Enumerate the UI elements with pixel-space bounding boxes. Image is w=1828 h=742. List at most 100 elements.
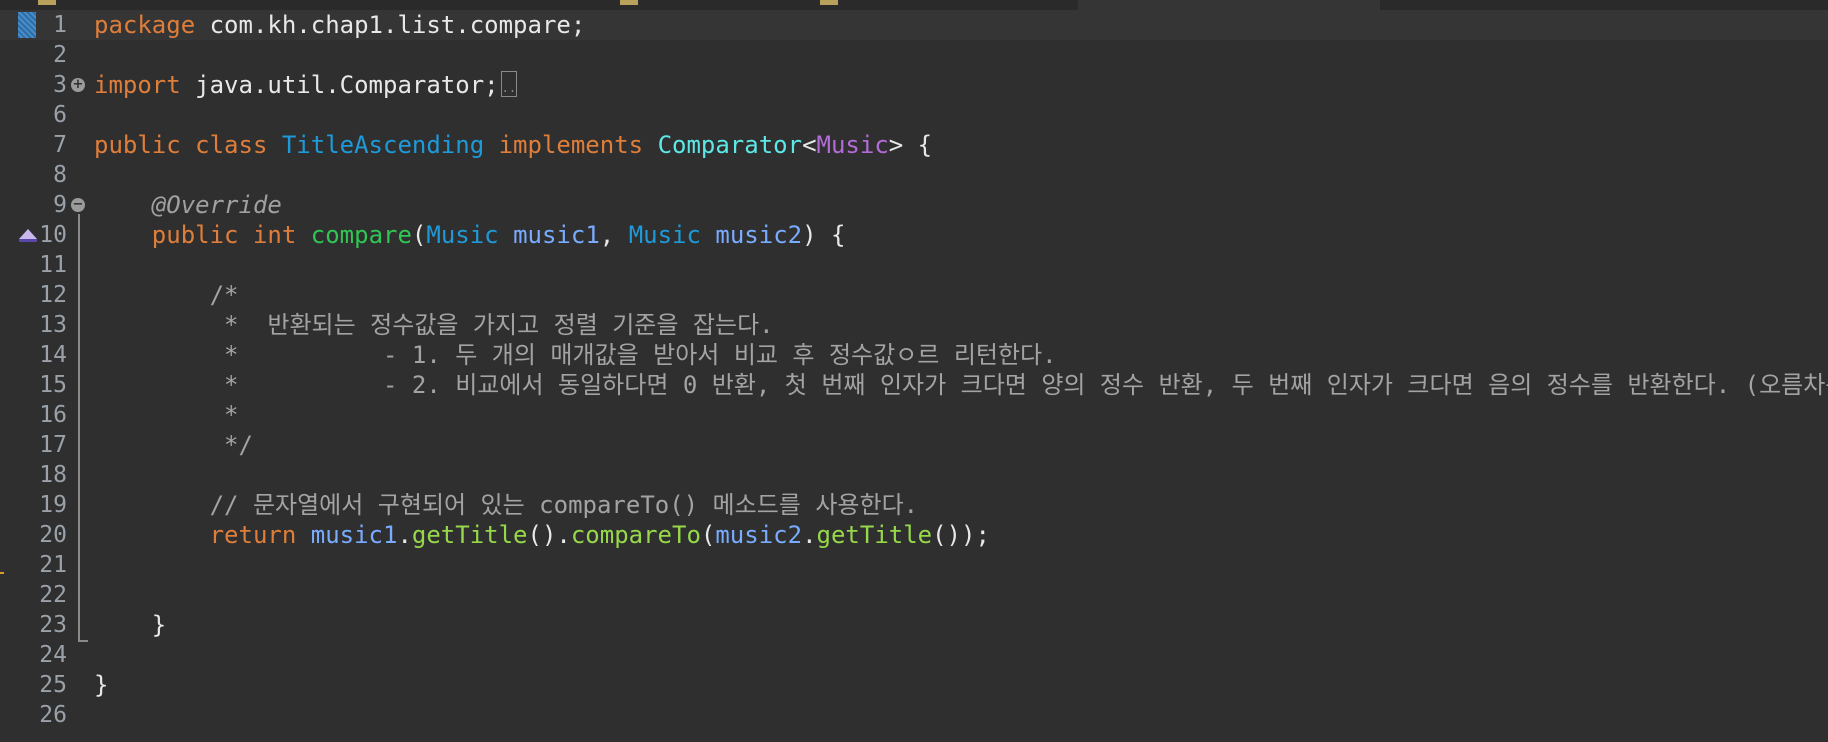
code-line[interactable]: 23 } (0, 610, 1828, 640)
code-token: java.util.Comparator; (180, 71, 499, 99)
code-token: } (94, 671, 109, 699)
line-code[interactable]: // 문자열에서 구현되어 있는 compareTo() 메소드를 사용한다. (94, 490, 919, 520)
code-token: compareTo (570, 521, 701, 549)
code-token: * - 2. 비교에서 동일하다면 0 반환, 첫 번째 인자가 크다면 양의 … (94, 371, 1828, 399)
line-code[interactable]: public class TitleAscending implements C… (94, 130, 932, 160)
code-token: Music (628, 221, 701, 249)
code-token: @Override (151, 191, 282, 219)
code-token: public (151, 221, 239, 249)
line-number: 8 (53, 162, 67, 188)
code-token: getTitle (411, 521, 528, 549)
code-line[interactable]: 25} (0, 670, 1828, 700)
code-line[interactable]: 10 public int compare(Music music1, Musi… (0, 220, 1828, 250)
line-code[interactable]: import java.util.Comparator;.. (94, 70, 517, 100)
code-token: * 반환되는 정수값을 가지고 정렬 기준을 잡는다. (94, 311, 774, 339)
line-number: 6 (53, 102, 67, 128)
line-number: 16 (39, 402, 67, 428)
code-line[interactable]: 3 import java.util.Comparator;.. + (0, 70, 1828, 100)
code-token: * - 1. 두 개의 매개값을 받아서 비교 후 정수값ㅇ르 리턴한다. (94, 341, 1057, 369)
code-line[interactable]: 13 * 반환되는 정수값을 가지고 정렬 기준을 잡는다. (0, 310, 1828, 340)
code-token: Music (426, 221, 499, 249)
code-line[interactable]: 22 (0, 580, 1828, 610)
code-line[interactable]: 6 (0, 100, 1828, 130)
code-token: music2 (715, 221, 803, 249)
line-number: 22 (39, 582, 67, 608)
line-number: 11 (39, 252, 67, 278)
code-line[interactable]: 8 (0, 160, 1828, 190)
line-code[interactable]: } (94, 670, 108, 700)
code-token: < (802, 131, 817, 159)
line-number: 2 (53, 42, 67, 68)
code-token: Music (816, 131, 889, 159)
code-line[interactable]: 7 public class TitleAscending implements … (0, 130, 1828, 160)
code-token: music2 (715, 521, 803, 549)
code-line[interactable]: 21 (0, 550, 1828, 580)
line-code[interactable]: return music1. getTitle().compareTo(music… (94, 520, 990, 550)
code-token: class (195, 131, 268, 159)
line-code[interactable]: /* (94, 280, 239, 310)
code-line[interactable]: 11 (0, 250, 1828, 280)
code-token: * (94, 401, 239, 429)
line-number: 21 (39, 552, 67, 578)
code-token: // 문자열에서 구현되어 있는 compareTo() 메소드를 사용한다. (94, 491, 919, 519)
code-line[interactable]: 15 * - 2. 비교에서 동일하다면 0 반환, 첫 번째 인자가 크다면 … (0, 370, 1828, 400)
line-code[interactable]: */ (94, 430, 253, 460)
line-number: 24 (39, 642, 67, 668)
line-code[interactable]: * - 2. 비교에서 동일하다면 0 반환, 첫 번째 인자가 크다면 양의 … (94, 370, 1828, 400)
line-code[interactable]: package com.kh.chap1.list.compare; (94, 10, 585, 40)
line-code[interactable]: * - 1. 두 개의 매개값을 받아서 비교 후 정수값ㅇ르 리턴한다. (94, 340, 1057, 370)
code-line[interactable]: 24 (0, 640, 1828, 670)
code-line[interactable]: 9 @Override − (0, 190, 1828, 220)
code-line[interactable]: 16 * (0, 400, 1828, 430)
code-line[interactable]: 12 /* (0, 280, 1828, 310)
code-line[interactable]: 1 package com.kh.chap1.list.compare; (0, 10, 1828, 40)
code-token: compare (310, 221, 412, 249)
code-token: import (94, 71, 181, 99)
line-code[interactable]: public int compare(Music music1, Music m… (94, 220, 846, 250)
code-line[interactable]: 14 * - 1. 두 개의 매개값을 받아서 비교 후 정수값ㅇ르 리턴한다. (0, 340, 1828, 370)
code-token: ( (700, 521, 716, 549)
code-token: public (94, 131, 181, 159)
code-line[interactable]: 18 (0, 460, 1828, 490)
line-number: 7 (53, 132, 67, 158)
line-code[interactable]: @Override (94, 190, 282, 220)
code-token: com.kh.chap1.list.compare; (195, 11, 586, 39)
line-code[interactable]: * 반환되는 정수값을 가지고 정렬 기준을 잡는다. (94, 310, 774, 340)
tab-file-icon (620, 0, 638, 5)
code-token: . (802, 521, 817, 549)
line-number: 9 (53, 192, 67, 218)
code-token: music1 (310, 521, 398, 549)
line-number: 20 (39, 522, 67, 548)
code-line[interactable]: 26 (0, 700, 1828, 730)
code-token: (). (527, 521, 571, 549)
line-number: 26 (39, 702, 67, 728)
fold-expand-icon[interactable]: + (71, 78, 85, 92)
tab-active-title-ascending[interactable] (1078, 0, 1380, 10)
fold-collapse-icon[interactable]: − (71, 198, 85, 212)
collapsed-code-icon[interactable]: .. (500, 71, 517, 97)
line-number: 19 (39, 492, 67, 518)
line-number: 23 (39, 612, 67, 638)
code-line[interactable]: 2 (0, 40, 1828, 70)
code-line[interactable]: 19 // 문자열에서 구현되어 있는 compareTo() 메소드를 사용한… (0, 490, 1828, 520)
override-marker-icon[interactable] (19, 229, 37, 239)
line-number: 14 (39, 342, 67, 368)
bookmark-icon[interactable] (18, 12, 36, 38)
code-token: return (209, 521, 297, 549)
code-token: */ (94, 431, 253, 459)
code-line[interactable]: 20 return music1. getTitle().compareTo(mu… (0, 520, 1828, 550)
code-token: , (599, 221, 629, 249)
line-number: 3 (53, 72, 67, 98)
line-code[interactable]: } (94, 610, 166, 640)
line-code[interactable]: * (94, 400, 239, 430)
code-line[interactable]: 17 */ (0, 430, 1828, 460)
code-editor[interactable]: 1 package com.kh.chap1.list.compare; 2 3 imp… (0, 0, 1828, 742)
line-number: 17 (39, 432, 67, 458)
